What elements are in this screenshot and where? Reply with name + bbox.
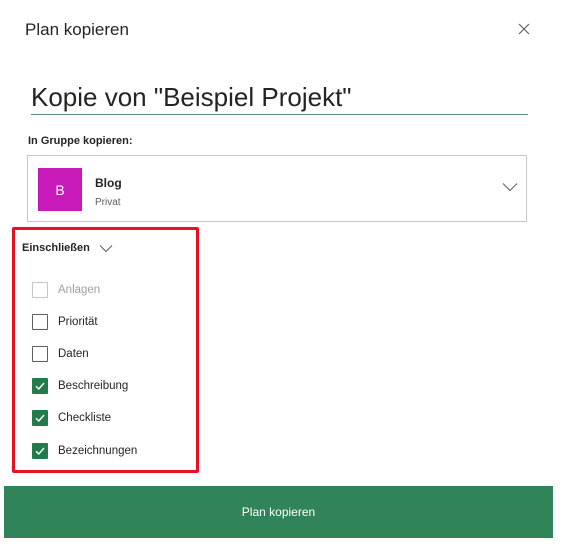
close-button[interactable] (514, 19, 534, 39)
beschreibung-checkbox[interactable] (32, 378, 48, 394)
option-label: Daten (58, 348, 89, 360)
option-checkliste[interactable]: Checkliste (32, 409, 111, 427)
group-privacy: Privat (95, 197, 121, 208)
option-label: Checkliste (58, 412, 112, 424)
option-label: Anlagen (58, 284, 101, 296)
option-anlagen[interactable]: Anlagen (32, 281, 100, 299)
plan-name-input[interactable] (31, 80, 528, 115)
include-toggle[interactable]: Einschließen (22, 242, 113, 254)
option-beschreibung[interactable]: Beschreibung (32, 377, 128, 395)
checkmark-icon (35, 447, 45, 456)
option-bezeichnungen[interactable]: Bezeichnungen (32, 442, 137, 460)
group-name: Blog (95, 176, 122, 190)
option-label: Priorität (58, 316, 98, 328)
checkliste-checkbox[interactable] (32, 410, 48, 426)
checkmark-icon (35, 414, 45, 423)
prioritaet-checkbox[interactable] (32, 314, 48, 330)
chevron-down-icon (502, 183, 518, 192)
close-icon (518, 23, 530, 35)
option-label: Beschreibung (58, 380, 129, 392)
chevron-down-icon (99, 244, 113, 252)
group-avatar-letter: B (55, 181, 65, 198)
group-select[interactable]: B Blog Privat (27, 155, 527, 222)
group-avatar: B (38, 168, 82, 211)
option-label: Bezeichnungen (58, 445, 138, 457)
option-prioritaet[interactable]: Priorität (32, 313, 98, 331)
include-label: Einschließen (22, 242, 90, 254)
anlagen-checkbox[interactable] (32, 282, 48, 298)
bezeichnungen-checkbox[interactable] (32, 443, 48, 459)
group-label: In Gruppe kopieren: (28, 135, 133, 147)
option-daten[interactable]: Daten (32, 345, 89, 363)
dialog-title: Plan kopieren (25, 20, 129, 39)
checkmark-icon (35, 382, 45, 391)
copy-plan-button[interactable]: Plan kopieren (4, 486, 553, 538)
daten-checkbox[interactable] (32, 346, 48, 362)
